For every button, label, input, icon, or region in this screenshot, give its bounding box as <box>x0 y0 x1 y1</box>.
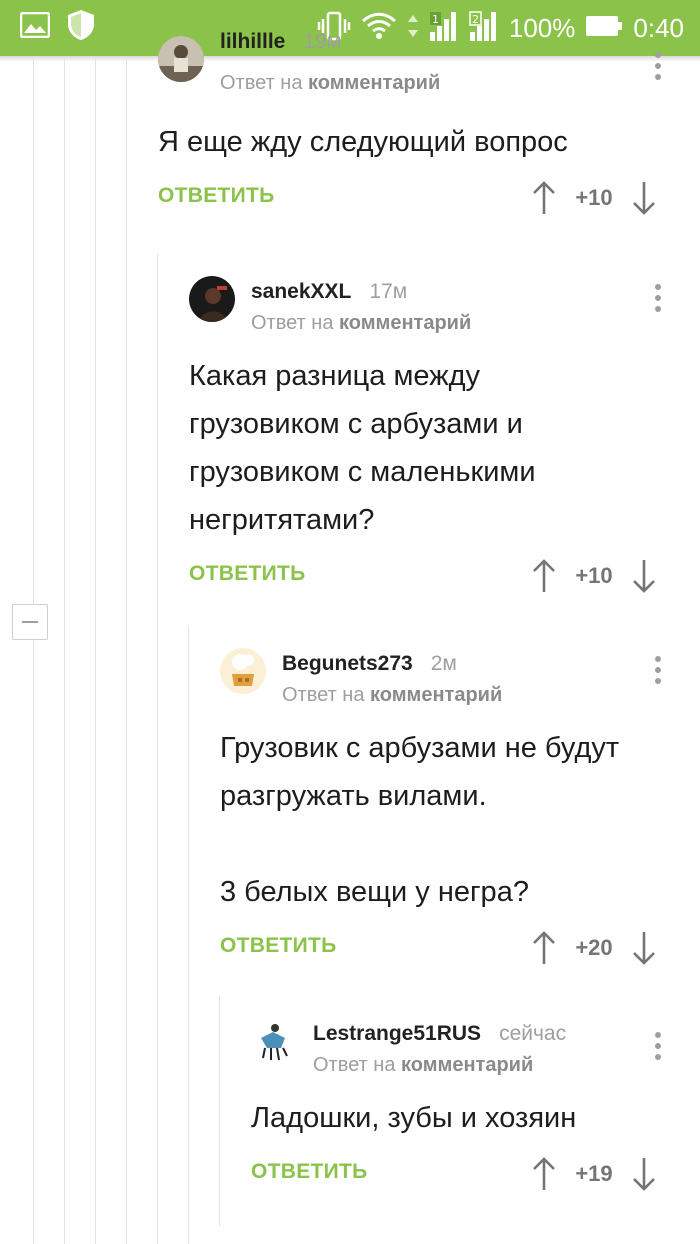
vote-controls: +19 <box>532 1150 656 1198</box>
svg-text:1: 1 <box>432 13 439 26</box>
vote-score: +10 <box>575 563 613 588</box>
downvote-icon[interactable] <box>632 1156 656 1192</box>
upvote-icon[interactable] <box>532 930 556 966</box>
comment-author[interactable]: lilhillle 19м <box>220 30 341 54</box>
upvote-icon[interactable] <box>532 180 556 216</box>
reply-to-label: Ответ на комментарий <box>220 72 441 94</box>
reply-button[interactable]: ОТВЕТИТЬ <box>220 934 337 958</box>
comment-time: сейчас <box>499 1022 567 1045</box>
comment-text: Ладошки, зубы и хозяин <box>251 1102 577 1134</box>
vote-score: +19 <box>575 1161 613 1186</box>
comment: sanekXXL 17м Ответ на комментарий Какая р… <box>189 276 678 600</box>
avatar[interactable] <box>251 1018 297 1064</box>
comment-author[interactable]: Begunets273 2м <box>282 652 457 676</box>
reply-to-link[interactable]: комментарий <box>339 312 471 334</box>
more-options-icon[interactable] <box>654 284 662 314</box>
gallery-icon <box>19 11 51 43</box>
comment-time: 19м <box>303 30 342 53</box>
downvote-icon[interactable] <box>632 930 656 966</box>
vote-controls: +10 <box>532 552 656 600</box>
reply-to-link[interactable]: комментарий <box>308 72 440 94</box>
upvote-icon[interactable] <box>532 1156 556 1192</box>
avatar[interactable] <box>158 36 204 82</box>
vote-controls: +20 <box>532 924 656 972</box>
thread-line <box>33 56 34 1244</box>
vote-score: +20 <box>575 935 613 960</box>
vote-controls: +10 <box>532 174 656 222</box>
collapse-thread-button[interactable] <box>12 604 48 640</box>
downvote-icon[interactable] <box>632 558 656 594</box>
thread-line <box>126 56 127 1244</box>
shield-icon <box>66 9 96 46</box>
thread-line <box>157 254 158 1244</box>
comment: Lestrange51RUS сейчас Ответ на комментари… <box>251 1018 678 1198</box>
comment: lilhillle 19м Ответ на комментарий Я еще … <box>158 30 678 222</box>
downvote-icon[interactable] <box>632 180 656 216</box>
comment-author[interactable]: sanekXXL 17м <box>251 280 407 304</box>
avatar[interactable] <box>220 648 266 694</box>
comment: Begunets273 2м Ответ на комментарий Грузо… <box>220 648 678 972</box>
reply-button[interactable]: ОТВЕТИТЬ <box>251 1160 368 1184</box>
vote-score: +10 <box>575 185 613 210</box>
comment-author[interactable]: Lestrange51RUS сейчас <box>313 1022 566 1046</box>
avatar[interactable] <box>189 276 235 322</box>
more-options-icon[interactable] <box>654 1032 662 1062</box>
comment-text: Какая разница между грузовиком с арбузам… <box>189 360 536 536</box>
reply-to-link[interactable]: комментарий <box>370 684 502 706</box>
thread-line <box>188 626 189 1244</box>
more-options-icon[interactable] <box>654 52 662 82</box>
reply-to-label: Ответ на комментарий <box>313 1054 534 1076</box>
reply-to-label: Ответ на комментарий <box>251 312 472 334</box>
thread-line <box>95 56 96 1244</box>
svg-text:2: 2 <box>472 13 479 26</box>
comment-text: Грузовик с арбузами не будут разгружать … <box>220 732 620 908</box>
more-options-icon[interactable] <box>654 656 662 686</box>
reply-to-link[interactable]: комментарий <box>401 1054 533 1076</box>
upvote-icon[interactable] <box>532 558 556 594</box>
reply-button[interactable]: ОТВЕТИТЬ <box>189 562 306 586</box>
comment-time: 17м <box>369 280 408 303</box>
thread-line <box>219 996 220 1226</box>
reply-button[interactable]: ОТВЕТИТЬ <box>158 184 275 208</box>
comment-time: 2м <box>430 652 457 675</box>
reply-to-label: Ответ на комментарий <box>282 684 503 706</box>
thread-line <box>64 56 65 1244</box>
comment-text: Я еще жду следующий вопрос <box>158 126 568 158</box>
